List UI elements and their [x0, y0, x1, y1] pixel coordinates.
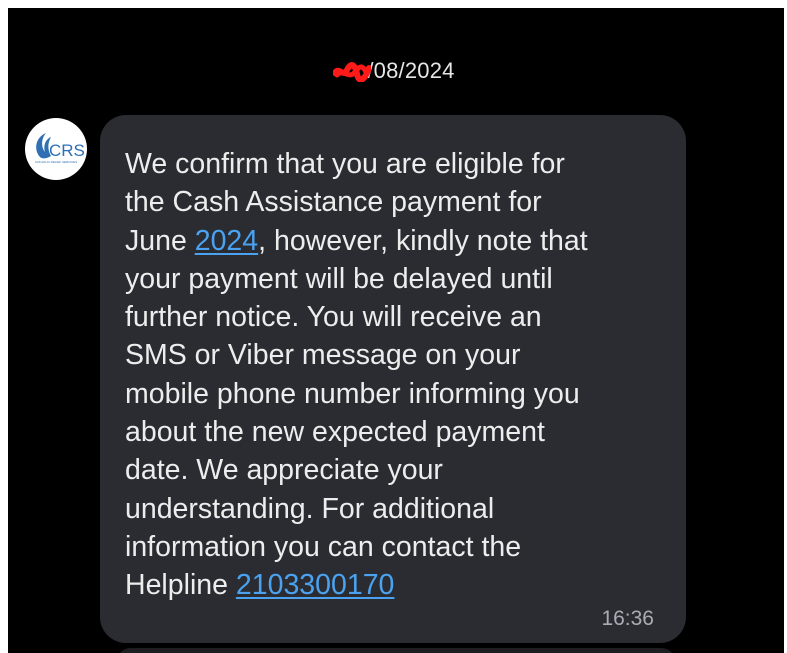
redaction-scribble	[333, 62, 372, 82]
date-text: /08/2024	[367, 58, 455, 83]
crs-logo-text: CRS	[49, 141, 85, 160]
message-bubble[interactable]: We confirm that you are eligible for the…	[100, 115, 686, 643]
crs-logo: CRS CATHOLIC RELIEF SERVICES	[35, 133, 85, 164]
helpline-phone-link[interactable]: 2103300170	[236, 569, 395, 601]
next-message-bubble-edge	[116, 648, 676, 653]
date-separator-label: /08/2024	[333, 58, 455, 84]
screenshot-frame: /08/2024 CRS CATHOLIC RELIEF SERVICES We…	[0, 0, 787, 653]
sender-avatar[interactable]: CRS CATHOLIC RELIEF SERVICES	[25, 118, 87, 180]
chat-screen: /08/2024 CRS CATHOLIC RELIEF SERVICES We…	[8, 8, 784, 653]
date-separator: /08/2024	[8, 58, 784, 84]
message-timestamp: 16:36	[601, 607, 654, 630]
crs-logo-subtext: CATHOLIC RELIEF SERVICES	[35, 160, 77, 164]
message-text-part2: , however, kindly note that your payment…	[125, 224, 588, 602]
message-body: We confirm that you are eligible for the…	[125, 145, 665, 605]
year-link[interactable]: 2024	[195, 225, 258, 257]
